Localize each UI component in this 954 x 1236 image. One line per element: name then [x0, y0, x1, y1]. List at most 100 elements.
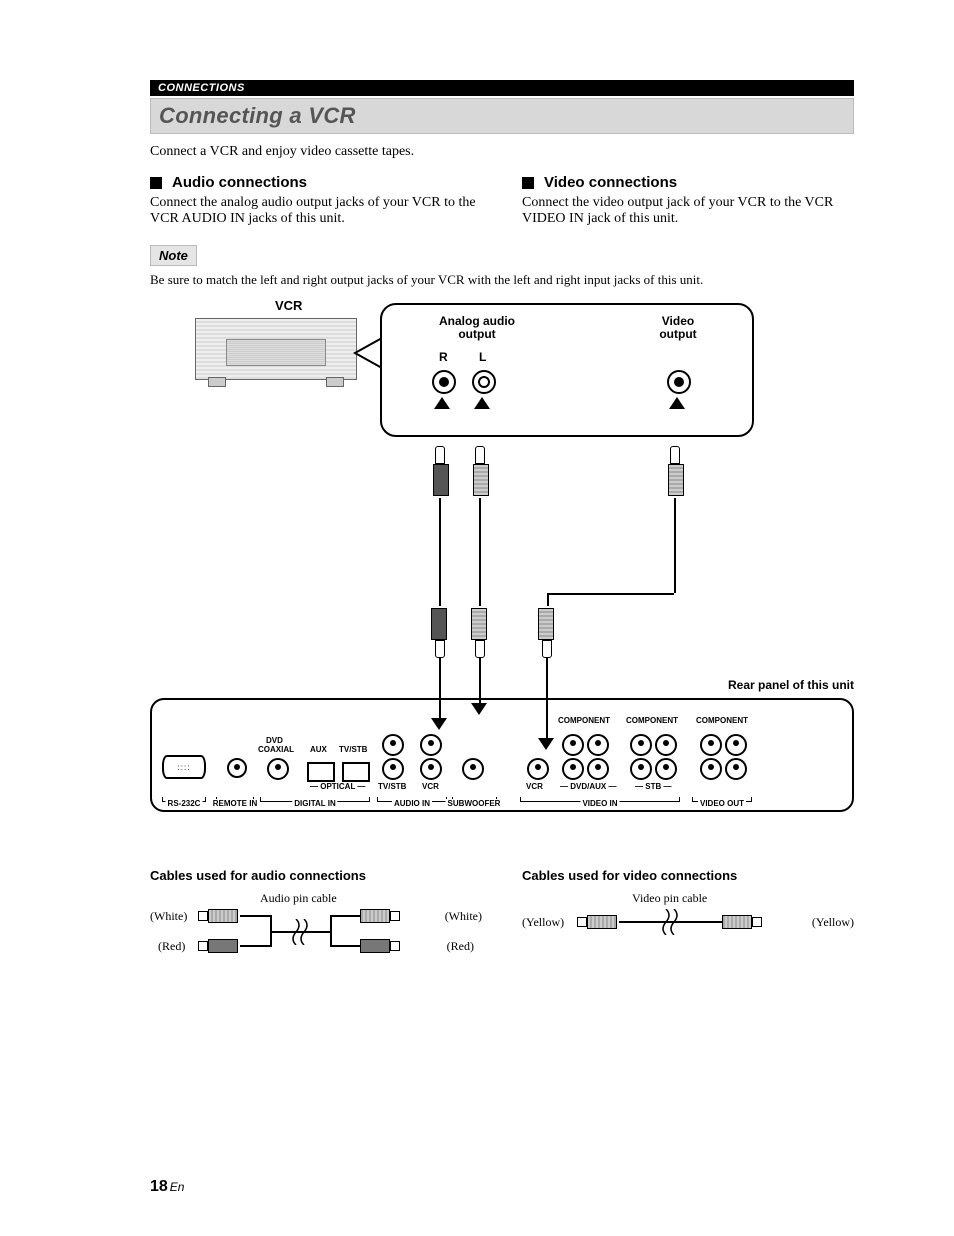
panel-text-coaxial: COAXIAL: [258, 745, 294, 754]
remote-in-jack-icon: [227, 758, 247, 778]
component-jack-icon: [725, 734, 747, 756]
panel-text-tvstb: TV/STB: [339, 745, 367, 754]
arrow-up-icon: [474, 397, 490, 411]
rca-jack-r-icon: [432, 370, 456, 394]
panel-label-digitalin: DIGITAL IN: [292, 799, 337, 808]
video-output-label: Video output: [648, 315, 708, 341]
cable-wire: [547, 593, 674, 595]
intro-text: Connect a VCR and enjoy video cassette t…: [150, 144, 854, 160]
video-heading: Video connections: [544, 174, 677, 191]
panel-text-component: COMPONENT: [626, 716, 678, 725]
cable-video-heading: Cables used for video connections: [522, 868, 854, 883]
panel-text-component: COMPONENT: [558, 716, 610, 725]
component-jack-icon: [630, 758, 652, 780]
component-jack-icon: [587, 734, 609, 756]
component-jack-icon: [562, 734, 584, 756]
panel-label-videoin: VIDEO IN: [580, 799, 619, 808]
cable-audio-heading: Cables used for audio connections: [150, 868, 482, 883]
manual-page: CONNECTIONS Connecting a VCR Connect a V…: [0, 0, 954, 1236]
cable-break-icon: [292, 919, 308, 945]
connection-diagram: VCR Analog audio output R L Video output: [150, 298, 854, 838]
rca-jack-video-icon: [667, 370, 691, 394]
rca-plug-icon: [360, 909, 400, 923]
panel-text-dvd: DVD: [266, 736, 283, 745]
page-number-value: 18: [150, 1178, 168, 1195]
video-jack-icon: [527, 758, 549, 780]
rca-plug-icon: [433, 446, 447, 496]
panel-text-aux: AUX: [310, 745, 327, 754]
panel-text-component: COMPONENT: [696, 716, 748, 725]
page-lang: En: [170, 1180, 185, 1194]
yellow-label: (Yellow): [812, 915, 854, 930]
panel-label-stb: — STB —: [635, 782, 671, 791]
page-title: Connecting a VCR: [159, 103, 845, 129]
optical-port-icon: [342, 762, 370, 782]
rca-plug-icon: [198, 909, 238, 923]
analog-audio-output-label: Analog audio output: [422, 315, 532, 341]
cable-wire: [674, 498, 676, 593]
section-header: CONNECTIONS: [150, 80, 854, 96]
video-column: Video connections Connect the video outp…: [522, 174, 854, 227]
bullet-square-icon: [522, 177, 534, 189]
cable-wire: [547, 593, 549, 606]
component-jack-icon: [655, 758, 677, 780]
cable-video-col: Cables used for video connections Video …: [522, 868, 854, 971]
rear-panel-label: Rear panel of this unit: [728, 678, 854, 692]
rca-plug-icon: [540, 608, 554, 658]
rca-plug-icon: [722, 915, 762, 929]
cable-wire: [479, 498, 481, 606]
video-heading-row: Video connections: [522, 174, 854, 191]
rca-plug-icon: [473, 446, 487, 496]
rca-plug-icon: [577, 915, 617, 929]
note-text: Be sure to match the left and right outp…: [150, 272, 854, 288]
cable-audio-col: Cables used for audio connections Audio …: [150, 868, 482, 971]
note-label: Note: [150, 245, 197, 266]
video-pin-cable-label: Video pin cable: [632, 891, 707, 906]
bullet-square-icon: [150, 177, 162, 189]
white-label: (White): [445, 909, 482, 924]
component-jack-icon: [700, 734, 722, 756]
vcr-tape-slot-icon: [226, 339, 326, 366]
video-body: Connect the video output jack of your VC…: [522, 195, 854, 227]
component-jack-icon: [725, 758, 747, 780]
cable-audio-graphic: Audio pin cable (White) (White) (Red) (R…: [150, 891, 482, 971]
vcr-label: VCR: [275, 298, 302, 313]
vcr-output-callout: Analog audio output R L Video output: [380, 303, 754, 437]
audio-jack-icon: [420, 734, 442, 756]
rca-plug-icon: [668, 446, 682, 496]
rca-jack-l-icon: [472, 370, 496, 394]
cable-video-graphic: Video pin cable (Yellow) (Yellow): [522, 891, 854, 971]
cable-wire: [479, 658, 481, 703]
component-jack-icon: [700, 758, 722, 780]
optical-port-icon: [307, 762, 335, 782]
two-column-body: Audio connections Connect the analog aud…: [150, 174, 854, 227]
panel-label-videoout: VIDEO OUT: [698, 799, 746, 808]
audio-jack-icon: [382, 734, 404, 756]
white-label: (White): [150, 909, 187, 924]
panel-label-dvdaux: — DVD/AUX —: [560, 782, 616, 791]
red-label: (Red): [447, 939, 474, 954]
channel-l-label: L: [479, 351, 486, 364]
component-jack-icon: [655, 734, 677, 756]
rca-plug-icon: [198, 939, 238, 953]
coaxial-jack-icon: [267, 758, 289, 780]
rear-panel: ::::: [150, 698, 854, 812]
cable-section: Cables used for audio connections Audio …: [150, 868, 854, 971]
audio-jack-icon: [420, 758, 442, 780]
cable-wire: [439, 498, 441, 606]
panel-label-audioin: AUDIO IN: [392, 799, 432, 808]
component-jack-icon: [562, 758, 584, 780]
channel-r-label: R: [439, 351, 448, 364]
audio-pin-cable-label: Audio pin cable: [260, 891, 337, 906]
panel-text-vcr: VCR: [422, 782, 439, 791]
audio-jack-icon: [382, 758, 404, 780]
red-label: (Red): [158, 939, 185, 954]
rca-plug-icon: [473, 608, 487, 658]
arrow-up-icon: [434, 397, 450, 411]
subwoofer-jack-icon: [462, 758, 484, 780]
arrow-up-icon: [669, 397, 685, 411]
audio-column: Audio connections Connect the analog aud…: [150, 174, 482, 227]
rca-plug-icon: [360, 939, 400, 953]
audio-heading-row: Audio connections: [150, 174, 482, 191]
cable-break-icon: [662, 909, 678, 935]
